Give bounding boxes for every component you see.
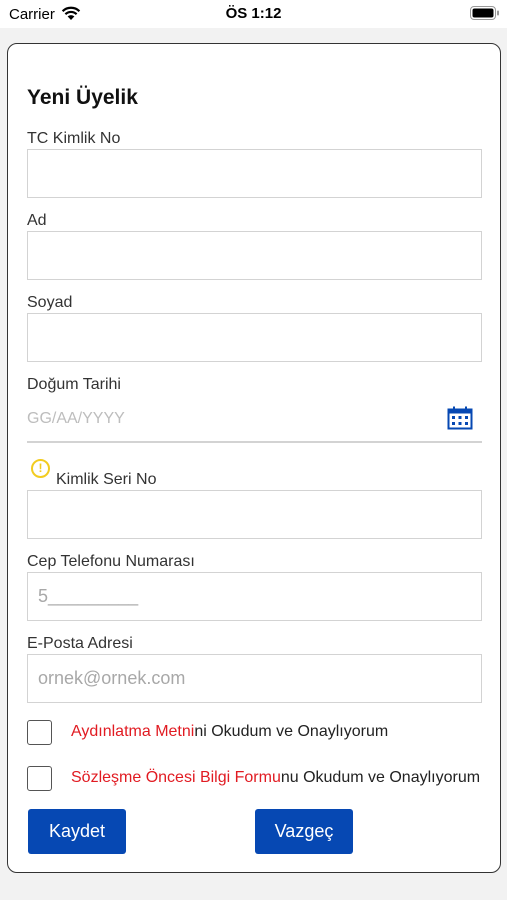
email-placeholder: ornek@ornek.com [38, 668, 186, 688]
membership-form-card: Yeni Üyelik TC Kimlik No Ad Soyad Doğum … [7, 43, 501, 873]
serial-label: Kimlik Seri No [56, 471, 157, 488]
battery-icon [470, 6, 499, 20]
tc-input[interactable] [27, 149, 482, 198]
birthdate-underline [27, 441, 482, 443]
consent-row-precontract: Sözleşme Öncesi Bilgi Formunu Okudum ve … [27, 765, 500, 791]
phone-input[interactable]: 5_________ [27, 572, 482, 621]
email-input[interactable]: ornek@ornek.com [27, 654, 482, 703]
privacy-notice-link[interactable]: Aydınlatma Metni [71, 723, 194, 740]
phone-label: Cep Telefonu Numarası [27, 553, 195, 570]
serial-input[interactable] [27, 490, 482, 539]
surname-input[interactable] [27, 313, 482, 362]
save-button[interactable]: Kaydet [28, 809, 126, 854]
email-label: E-Posta Adresi [27, 635, 133, 652]
status-bar: Carrier ÖS 1:12 [0, 0, 507, 28]
tc-label: TC Kimlik No [27, 130, 121, 147]
precontract-consent-text: Sözleşme Öncesi Bilgi Formunu Okudum ve … [71, 769, 480, 787]
privacy-consent-label: ni Okudum ve Onaylıyorum [194, 723, 389, 740]
birthdate-input[interactable]: GG/AA/YYYY [27, 410, 125, 428]
precontract-consent-label: nu Okudum ve Onaylıyorum [280, 769, 481, 786]
precontract-form-link[interactable]: Sözleşme Öncesi Bilgi Formu [71, 769, 281, 786]
consent-row-privacy: Aydınlatma Metnini Okudum ve Onaylıyorum [27, 719, 500, 745]
name-label: Ad [27, 212, 47, 229]
precontract-consent-checkbox[interactable] [27, 765, 52, 791]
form-title: Yeni Üyelik [27, 86, 138, 109]
calendar-icon[interactable] [447, 406, 473, 430]
name-input[interactable] [27, 231, 482, 280]
status-time: ÖS 1:12 [225, 5, 282, 22]
privacy-consent-text: Aydınlatma Metnini Okudum ve Onaylıyorum [71, 723, 388, 741]
warning-icon[interactable]: ! [31, 459, 50, 478]
cancel-button[interactable]: Vazgeç [255, 809, 353, 854]
privacy-consent-checkbox[interactable] [27, 719, 52, 745]
birthdate-label: Doğum Tarihi [27, 376, 121, 393]
phone-placeholder: 5_________ [38, 586, 139, 606]
surname-label: Soyad [27, 294, 73, 311]
